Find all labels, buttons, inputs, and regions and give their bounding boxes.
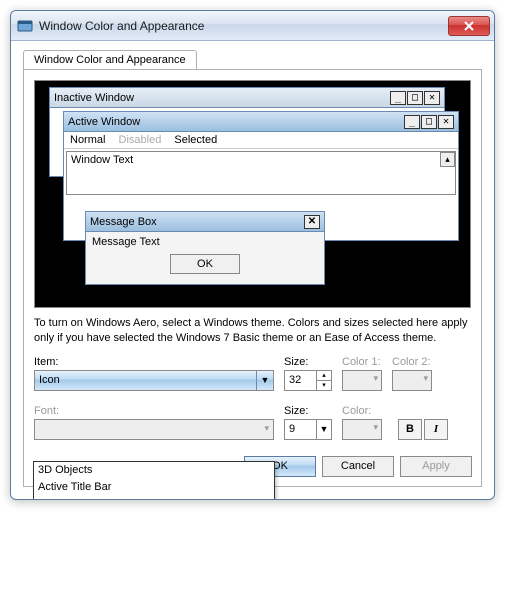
label-font-color: Color: (342, 405, 382, 417)
preview-menu: Normal Disabled Selected (64, 132, 458, 149)
apply-button: Apply (400, 456, 472, 477)
spin-down-icon[interactable]: ▾ (317, 381, 331, 390)
cancel-button[interactable]: Cancel (322, 456, 394, 477)
preview-area: Inactive Window _ □ ✕ Active Window _ □ (34, 80, 471, 308)
close-icon: ✕ (304, 215, 320, 229)
bold-button[interactable]: B (398, 419, 422, 440)
preview-window-buttons: _ □ ✕ (390, 91, 440, 105)
color1-button (342, 370, 382, 391)
item-size-spinner[interactable]: 32 ▴▾ (284, 370, 332, 391)
preview-msgbox-title: Message Box (90, 216, 304, 228)
dialog-window: Window Color and Appearance Window Color… (10, 10, 495, 500)
dropdown-option[interactable]: Active Window Border (34, 496, 274, 500)
maximize-icon: □ (407, 91, 423, 105)
menu-disabled: Disabled (119, 134, 162, 146)
preview-inactive-title: Inactive Window (54, 92, 390, 104)
preview-msgbox-titlebar: Message Box ✕ (86, 212, 324, 232)
dialog-body: Window Color and Appearance Inactive Win… (11, 41, 494, 499)
close-button[interactable] (448, 16, 490, 36)
italic-button[interactable]: I (424, 419, 448, 440)
preview-ok-button: OK (170, 254, 240, 274)
font-size-combobox[interactable]: 9 ▼ (284, 419, 332, 440)
minimize-icon: _ (390, 91, 406, 105)
preview-active-titlebar: Active Window _ □ ✕ (64, 112, 458, 132)
dropdown-option[interactable]: Active Title Bar (34, 479, 274, 496)
color2-button (392, 370, 432, 391)
tab-appearance[interactable]: Window Color and Appearance (23, 50, 197, 70)
menu-selected: Selected (174, 134, 217, 146)
font-color-button (342, 419, 382, 440)
close-icon: ✕ (438, 115, 454, 129)
label-font-size: Size: (284, 405, 332, 417)
label-font: Font: (34, 405, 274, 417)
item-dropdown-list[interactable]: 3D ObjectsActive Title BarActive Window … (33, 461, 275, 500)
titlebar[interactable]: Window Color and Appearance (11, 11, 494, 41)
label-color1: Color 1: (342, 356, 382, 368)
preview-msgbox-body: Message Text OK (86, 232, 324, 284)
preview-window-buttons: _ □ ✕ (404, 115, 454, 129)
chevron-down-icon: ▼ (256, 371, 273, 390)
label-color2: Color 2: (392, 356, 432, 368)
font-size-value: 9 (289, 423, 295, 435)
font-row: Font: Size: 9 ▼ Color: (34, 405, 471, 440)
dialog-buttons: OK Cancel Apply (244, 456, 472, 477)
preview-msgbox-text: Message Text (92, 236, 318, 248)
preview-inactive-titlebar: Inactive Window _ □ ✕ (50, 88, 444, 108)
app-icon (17, 18, 33, 34)
item-row: Item: Icon ▼ Size: 32 ▴▾ Color 1: (34, 356, 471, 391)
preview-active-title: Active Window (68, 116, 404, 128)
close-icon: ✕ (424, 91, 440, 105)
item-selected-text: Icon (39, 374, 60, 386)
window-title: Window Color and Appearance (39, 19, 448, 33)
scroll-up-icon: ▴ (440, 152, 455, 167)
label-size: Size: (284, 356, 332, 368)
minimize-icon: _ (404, 115, 420, 129)
maximize-icon: □ (421, 115, 437, 129)
font-combobox (34, 419, 274, 440)
preview-window-text: Window Text (71, 154, 133, 166)
preview-textarea: Window Text ▴ (66, 151, 456, 195)
chevron-down-icon: ▼ (316, 420, 331, 439)
tab-panel: Inactive Window _ □ ✕ Active Window _ □ (23, 69, 482, 487)
description-text: To turn on Windows Aero, select a Window… (34, 316, 471, 346)
preview-messagebox: Message Box ✕ Message Text OK (85, 211, 325, 285)
dropdown-option[interactable]: 3D Objects (34, 462, 274, 479)
label-item: Item: (34, 356, 274, 368)
menu-normal: Normal (70, 134, 105, 146)
spin-up-icon[interactable]: ▴ (317, 371, 331, 381)
item-size-value: 32 (289, 374, 301, 386)
item-combobox[interactable]: Icon ▼ (34, 370, 274, 391)
